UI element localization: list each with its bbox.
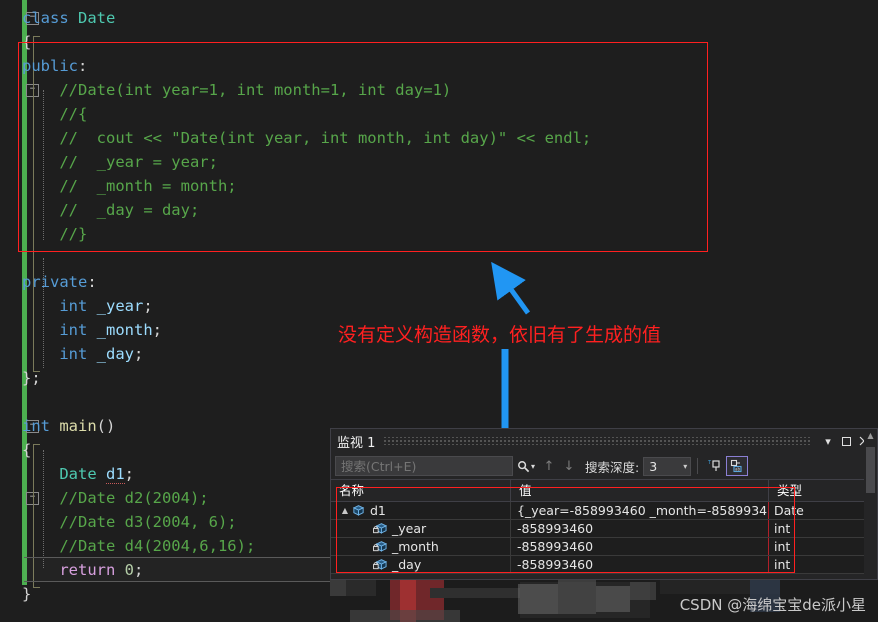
watch-column-headers[interactable]: 名称 值 类型 (331, 479, 877, 502)
watch-title: 监视 1 (337, 435, 376, 451)
scroll-up-arrow[interactable]: ▲ (864, 429, 877, 443)
code-line[interactable]: return 0; (0, 558, 143, 582)
watch-row[interactable]: _month -858993460 int (331, 538, 877, 556)
private-field-icon (373, 540, 388, 553)
watch-cell-name[interactable]: _day (331, 556, 511, 573)
maximize-icon[interactable] (837, 432, 855, 450)
search-depth-label: 搜索深度: (585, 459, 640, 475)
watch-cell-name[interactable]: _month (331, 538, 511, 555)
watch-title-bar[interactable]: 监视 1 ▾ (331, 429, 877, 453)
watch-row[interactable]: _day -858993460 int (331, 556, 877, 574)
search-icon[interactable]: ▾ (513, 457, 539, 475)
svg-text:ab: ab (735, 467, 740, 472)
screenshot-root: − − − − class Date{public: //Date(int ye… (0, 0, 878, 622)
search-prev-button[interactable]: ↑ (539, 456, 559, 476)
watch-name-text: _month (392, 539, 439, 554)
watch-toolbar[interactable]: ▾ ↑ ↓ 搜索深度: 3 ▾ T ab (331, 453, 877, 479)
svg-text:T: T (708, 460, 712, 466)
watch-cell-name[interactable]: _year (331, 520, 511, 537)
code-line[interactable]: //Date d4(2004,6,16); (0, 534, 255, 558)
watch-cell-type: int (774, 521, 791, 536)
watch-name-text: _day (392, 557, 422, 572)
watch-cell-name[interactable]: ▲ d1 (331, 502, 511, 519)
watermark: CSDN @海绵宝宝de派小星 (679, 596, 866, 614)
code-line[interactable]: int main() (0, 414, 115, 438)
code-line[interactable]: class Date (0, 6, 115, 30)
code-line[interactable]: }; (0, 366, 41, 390)
watch-name-text: _year (392, 521, 427, 536)
annotation-box-constructor (18, 42, 708, 252)
watch-row[interactable]: ▲ d1{_year=-858993460 _month=-858993460 … (331, 502, 877, 520)
struct-icon (351, 504, 366, 517)
hex-display-icon[interactable]: ab (726, 456, 749, 476)
annotation-arrow-up (491, 261, 531, 315)
toolbar-separator (697, 458, 699, 474)
watch-name-text: d1 (370, 503, 386, 518)
code-line[interactable]: int _day; (0, 342, 143, 366)
watch-rows[interactable]: ▲ d1{_year=-858993460 _month=-858993460 … (331, 502, 877, 574)
column-header-value[interactable]: 值 (511, 480, 769, 501)
watch-cell-type: int (774, 539, 791, 554)
chevron-down-icon[interactable]: ▾ (819, 432, 837, 450)
private-field-icon (373, 558, 388, 571)
chevron-down-icon[interactable]: ▾ (683, 462, 687, 471)
watch-cell-type: Date (774, 503, 804, 518)
watch-cell-value[interactable]: -858993460 (511, 538, 769, 555)
code-line[interactable]: } (0, 582, 31, 606)
code-line[interactable]: int _month; (0, 318, 162, 342)
search-next-button[interactable]: ↓ (559, 456, 579, 476)
code-line[interactable]: Date d1; (0, 462, 134, 486)
code-line[interactable] (0, 390, 22, 414)
watch-scrollbar[interactable]: ▲ (864, 429, 877, 579)
watch-cell-value[interactable]: -858993460 (511, 520, 769, 537)
code-line[interactable]: { (0, 438, 31, 462)
code-line[interactable]: //Date d2(2004); (0, 486, 208, 510)
expander-icon[interactable]: ▲ (339, 502, 351, 519)
watch-row[interactable]: _year -858993460 int (331, 520, 877, 538)
scrollbar-thumb[interactable] (866, 447, 875, 493)
column-header-type[interactable]: 类型 (769, 480, 877, 501)
code-line[interactable]: private: (0, 270, 97, 294)
search-depth-select[interactable]: 3 ▾ (643, 456, 692, 476)
pin-icon[interactable]: T (704, 456, 726, 476)
code-line[interactable]: int _year; (0, 294, 152, 318)
watch-cell-value[interactable]: {_year=-858993460 _month=-858993460 _day… (511, 502, 769, 519)
title-drag-dots[interactable] (383, 437, 811, 445)
watch-cell-type: int (774, 557, 791, 572)
column-header-name[interactable]: 名称 (331, 480, 511, 501)
code-line[interactable]: //Date d3(2004, 6); (0, 510, 236, 534)
watch-cell-value[interactable]: -858993460 (511, 556, 769, 573)
private-field-icon (373, 522, 388, 535)
search-box[interactable] (335, 456, 513, 476)
search-depth-value: 3 (649, 458, 658, 474)
search-input[interactable] (336, 458, 512, 474)
watch-window[interactable]: 监视 1 ▾ ▾ ↑ ↓ 搜 (330, 428, 878, 580)
